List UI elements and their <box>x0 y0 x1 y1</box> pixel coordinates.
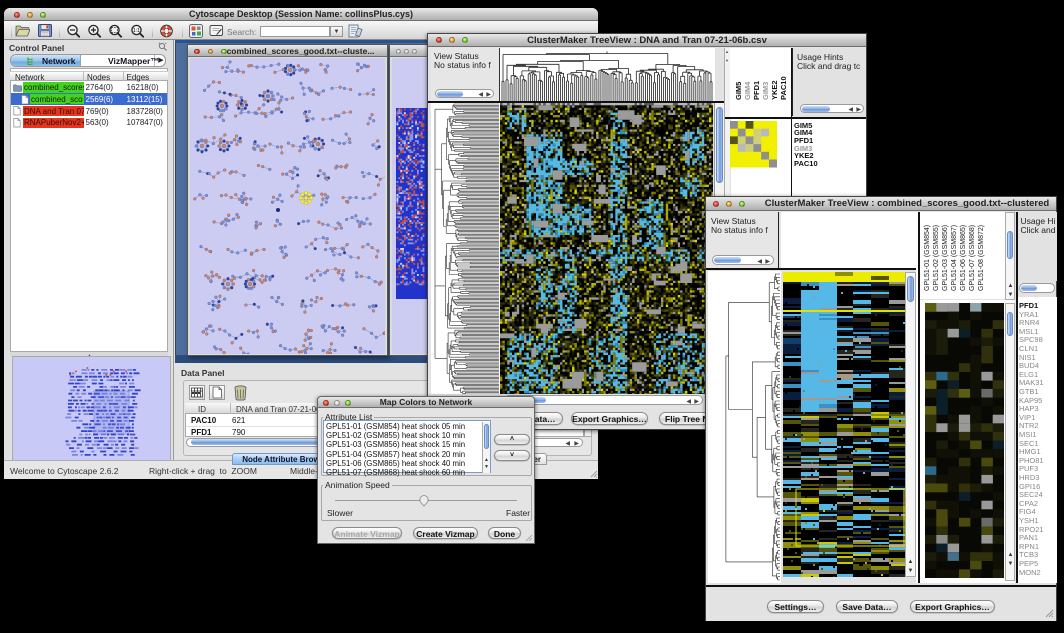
svg-text:1:1: 1:1 <box>133 28 140 34</box>
